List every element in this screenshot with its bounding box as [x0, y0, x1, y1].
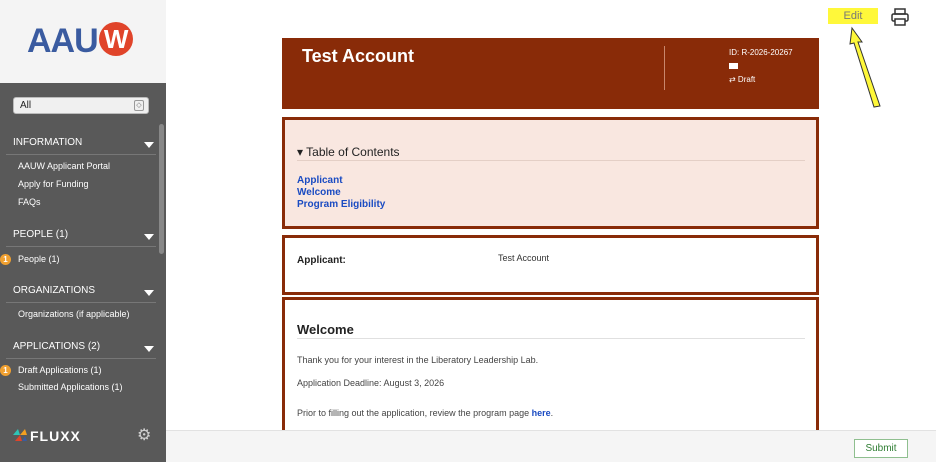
record-header: Test Account ID: R-2026-20267 ⇄ Draft	[282, 38, 819, 109]
logo-area: AAU W	[0, 0, 166, 83]
applicant-value: Test Account	[498, 253, 550, 263]
annotation-arrow	[849, 26, 881, 108]
nav-faqs[interactable]: FAQs	[18, 197, 41, 207]
record-id: ID: R-2026-20267	[729, 48, 793, 57]
sidebar-scrollbar[interactable]	[159, 124, 164, 254]
table-of-contents: ▾ Table of Contents Applicant Welcome Pr…	[282, 117, 819, 229]
section-organizations[interactable]: ORGANIZATIONS	[13, 285, 95, 296]
nav-draft-applications[interactable]: Draft Applications (1)	[18, 365, 102, 375]
logo-text: AAU	[27, 22, 99, 60]
chevron-down-icon[interactable]	[144, 234, 154, 240]
fluxx-brand: FLUXX	[30, 428, 81, 444]
bottom-action-bar: Submit	[166, 430, 936, 462]
flag-icon	[729, 63, 738, 69]
divider	[297, 160, 805, 161]
program-page-text: Prior to filling out the application, re…	[297, 408, 553, 418]
program-page-suffix: .	[550, 408, 554, 418]
select-caret-icon: ◇	[134, 100, 144, 111]
header-separator	[664, 46, 665, 90]
chevron-down-icon[interactable]	[144, 346, 154, 352]
filter-select-value: All	[20, 100, 32, 111]
toc-link-eligibility[interactable]: Program Eligibility	[297, 199, 385, 210]
app-root: AAU W All ◇ INFORMATION AAUW Applicant Po…	[0, 0, 936, 462]
divider	[6, 358, 156, 359]
program-page-prefix: Prior to filling out the application, re…	[297, 408, 532, 418]
section-information[interactable]: INFORMATION	[13, 137, 82, 148]
record-title: Test Account	[302, 46, 415, 66]
aauw-logo[interactable]: AAU W	[27, 22, 133, 61]
printer-icon[interactable]	[890, 7, 910, 27]
record-status: ⇄ Draft	[729, 75, 756, 84]
gear-icon[interactable]: ⚙	[137, 428, 151, 444]
toc-link-applicant[interactable]: Applicant	[297, 175, 343, 186]
submit-button[interactable]: Submit	[854, 439, 908, 458]
fluxx-logo-icon	[13, 429, 27, 441]
sidebar: AAU W All ◇ INFORMATION AAUW Applicant Po…	[0, 0, 166, 462]
edit-button[interactable]: Edit	[828, 8, 878, 24]
nav-applicant-portal[interactable]: AAUW Applicant Portal	[18, 161, 110, 171]
toc-title[interactable]: ▾ Table of Contents	[297, 145, 400, 159]
divider	[297, 338, 805, 339]
sidebar-footer: FLUXX ⚙	[0, 410, 166, 462]
divider	[6, 302, 156, 303]
people-badge: 1	[0, 254, 11, 265]
applications-badge: 1	[0, 365, 11, 376]
section-applications[interactable]: APPLICATIONS (2)	[13, 341, 100, 352]
nav-organizations[interactable]: Organizations (if applicable)	[18, 309, 130, 319]
divider	[6, 154, 156, 155]
welcome-title: Welcome	[297, 322, 354, 337]
deadline-text: Application Deadline: August 3, 2026	[297, 378, 445, 388]
applicant-label: Applicant:	[297, 255, 346, 266]
toc-link-welcome[interactable]: Welcome	[297, 187, 341, 198]
chevron-down-icon[interactable]	[144, 290, 154, 296]
nav-people[interactable]: People (1)	[18, 254, 60, 264]
chevron-down-icon[interactable]	[144, 142, 154, 148]
nav-submitted-applications[interactable]: Submitted Applications (1)	[18, 382, 123, 392]
program-page-link[interactable]: here	[532, 408, 551, 418]
logo-w-mark: W	[98, 22, 133, 56]
section-people[interactable]: PEOPLE (1)	[13, 229, 68, 240]
divider	[6, 246, 156, 247]
applicant-section: Applicant: Test Account	[282, 235, 819, 295]
filter-select[interactable]: All ◇	[13, 97, 149, 114]
nav-apply-funding[interactable]: Apply for Funding	[18, 179, 89, 189]
welcome-paragraph: Thank you for your interest in the Liber…	[297, 355, 539, 365]
